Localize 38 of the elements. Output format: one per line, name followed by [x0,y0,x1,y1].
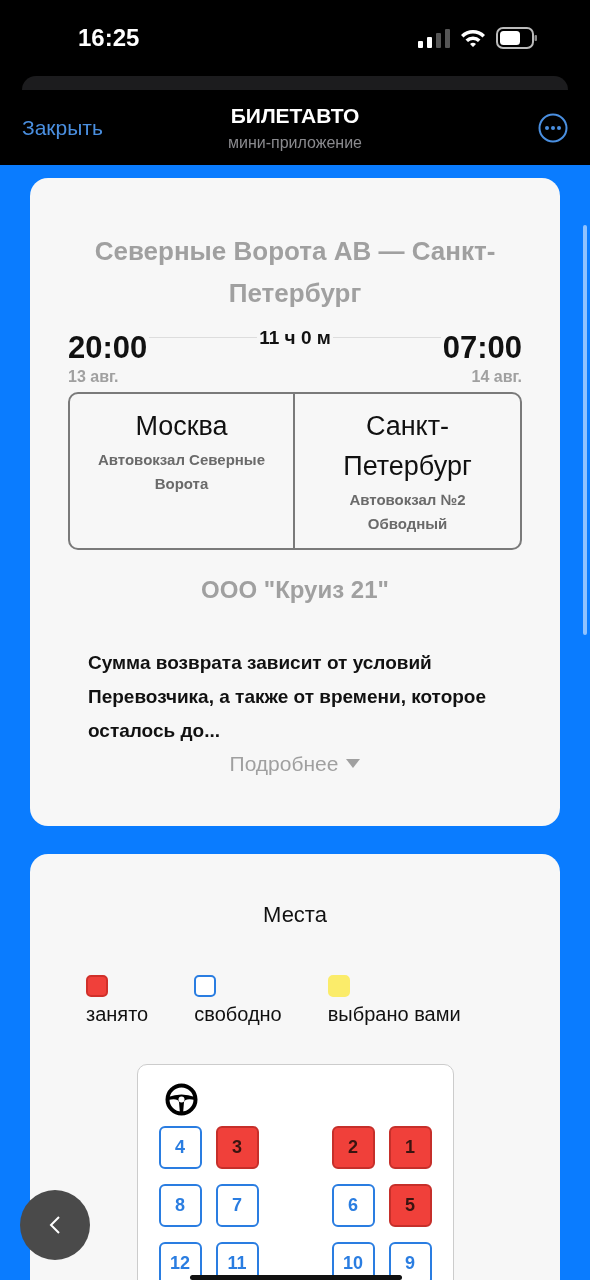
chevron-left-icon [49,1215,61,1235]
seat[interactable]: 9 [388,1241,432,1280]
more-link[interactable]: Подробнее [229,748,361,780]
refund-text: Сумма возврата зависит от условий Перевозчика, а также от времени, которое осталось до... [87,651,488,743]
app-subtitle: мини-приложение [227,133,362,154]
legend-label: свободно [194,1001,282,1027]
station-name: Автовокзал Северные Ворота [96,450,267,494]
arrival-time: 07:00 [442,329,522,367]
app-title: БИЛЕТАВТО [230,102,360,129]
seat[interactable]: 3 [215,1125,259,1169]
battery-icon [496,27,538,49]
signal-icon [418,28,450,48]
seat[interactable]: 8 [158,1183,202,1227]
seat[interactable]: 6 [331,1183,375,1227]
seat[interactable]: 2 [331,1125,375,1169]
departure-time: 20:00 [68,329,148,367]
close-link[interactable]: Закрыть [22,111,142,144]
wifi-icon [460,28,486,48]
caret-icon [346,759,361,769]
city-name: Москва [135,410,228,443]
legend-label: занято [86,1001,149,1027]
carrier-name: ООО "Круиз 21" [201,575,389,605]
legend-label: выбрано вами [327,1001,461,1027]
seat[interactable]: 1 [388,1125,432,1169]
departure-date: 13 авг. [68,368,119,386]
steering-wheel-icon [164,1082,198,1116]
route-title: Северные Ворота АВ — Санкт-Петербург [93,235,497,310]
station-name: Автовокзал №2 Обводный [348,490,467,534]
seat[interactable]: 5 [388,1183,432,1227]
seat[interactable]: 4 [158,1125,202,1169]
status-time: 16:25 [78,23,140,53]
arrival-date: 14 авг. [471,368,522,386]
trip-duration: 11 ч 0 м [259,328,331,348]
city-name: Санкт-Петербург [342,410,473,483]
seat[interactable]: 12 [158,1241,202,1280]
seats-title: Места [263,900,327,929]
more-icon[interactable] [538,112,568,143]
seat[interactable]: 7 [215,1183,259,1227]
